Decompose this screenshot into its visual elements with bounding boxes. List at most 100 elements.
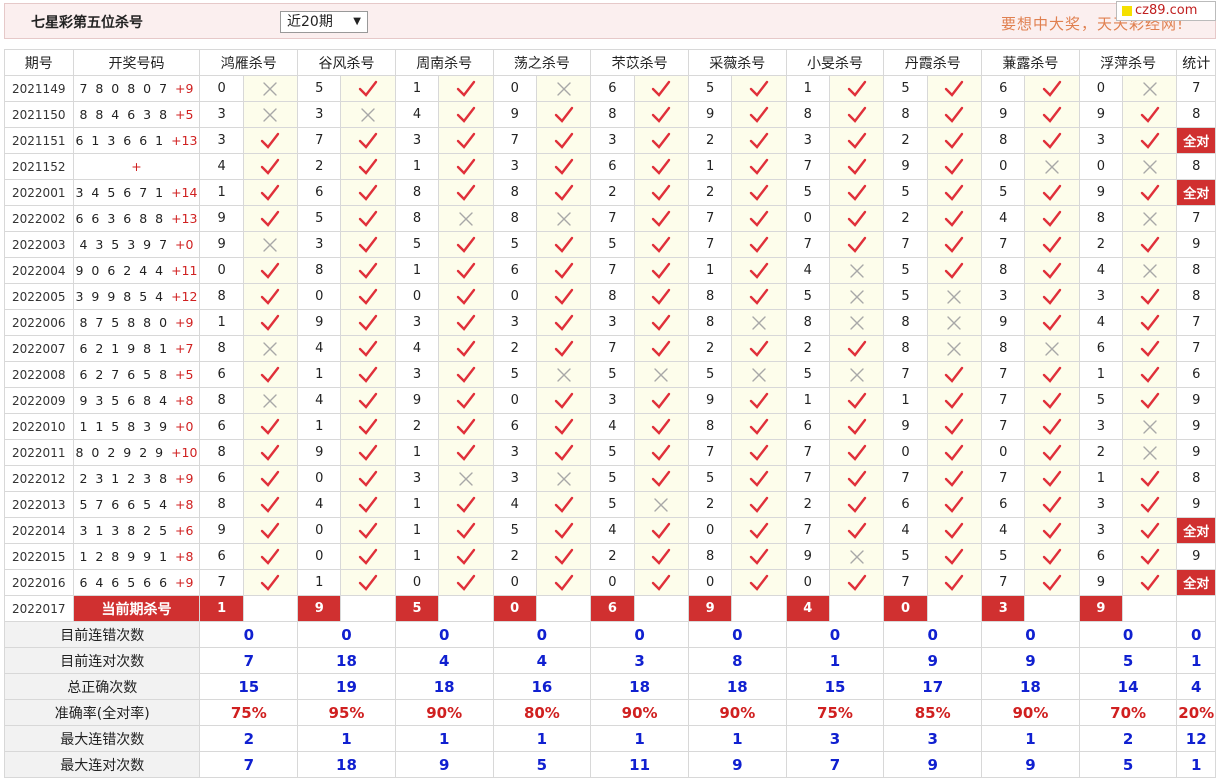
kill-number-cell: 1 — [687, 257, 733, 284]
site-logo[interactable]: cz89.com — [1116, 1, 1216, 21]
kill-number-cell: 9 — [1078, 101, 1124, 128]
check-icon — [652, 574, 671, 591]
result-mark-cell — [926, 309, 983, 336]
result-mark-cell — [633, 231, 689, 258]
result-mark-cell — [1024, 387, 1080, 414]
summary-value: 19 — [297, 673, 396, 700]
kill-number-cell: 9 — [199, 231, 244, 258]
result-mark-cell — [1122, 101, 1178, 128]
result-mark-cell — [926, 387, 983, 414]
result-mark-cell — [1122, 361, 1178, 388]
table-row: 2022002 6 6 3 6 8 8 +13 9 5 8 8 7 7 0 2 4 8 7 — [4, 205, 1216, 232]
kill-number-cell: 5 — [785, 179, 830, 206]
result-mark-cell — [926, 465, 983, 492]
period-cell: 2021150 — [4, 101, 74, 128]
summary-value: 1 — [394, 725, 494, 752]
result-mark-cell — [1024, 465, 1080, 492]
kill-number-cell: 0 — [1078, 75, 1124, 102]
kill-number-cell: 1 — [883, 387, 928, 414]
check-icon — [554, 574, 573, 591]
kill-number-cell: 4 — [297, 491, 342, 518]
period-cell: 2022005 — [4, 283, 74, 310]
current-empty-cell — [926, 595, 983, 622]
result-mark-cell — [633, 179, 689, 206]
kill-number-cell: 8 — [199, 439, 244, 466]
kill-number-cell: 8 — [394, 179, 440, 206]
result-mark-cell — [731, 283, 787, 310]
chevron-down-icon: ▼ — [353, 16, 361, 27]
kill-number-cell: 2 — [687, 335, 733, 362]
check-icon — [261, 496, 280, 513]
cross-icon — [849, 549, 864, 564]
check-icon — [554, 444, 573, 461]
period-cell: 2022016 — [4, 569, 74, 596]
result-mark-cell — [340, 75, 396, 102]
kill-number-cell: 7 — [785, 439, 830, 466]
summary-value: 0 — [1078, 621, 1178, 648]
stat-cell: 9 — [1176, 491, 1216, 518]
summary-value: 5 — [1078, 751, 1178, 778]
draw-digits: 6 6 3 6 8 8 — [75, 211, 166, 226]
kill-number-cell: 7 — [981, 569, 1026, 596]
current-kill-number: 1 — [199, 595, 244, 622]
kill-number-cell: 8 — [590, 283, 635, 310]
cross-icon — [1143, 159, 1157, 174]
kill-number-cell: 5 — [1078, 387, 1124, 414]
result-mark-cell — [926, 543, 983, 570]
check-icon — [1042, 288, 1062, 305]
kill-number-cell: 1 — [687, 153, 733, 180]
kill-number-cell: 7 — [785, 517, 830, 544]
kill-number-cell: 1 — [297, 569, 342, 596]
check-icon — [456, 158, 476, 175]
draw-digits: 8 0 2 9 2 9 — [75, 445, 166, 460]
check-icon — [652, 392, 671, 409]
summary-value: 3 — [883, 725, 983, 752]
result-mark-cell — [633, 465, 689, 492]
current-empty-cell — [438, 595, 494, 622]
check-icon — [945, 132, 964, 149]
summary-value: 1 — [492, 725, 592, 752]
stat-cell: 8 — [1176, 153, 1216, 180]
result-mark-cell — [828, 75, 885, 102]
table-row: 2022015 1 2 8 9 9 1 +8 6 0 1 2 2 8 9 5 5 6 9 — [4, 543, 1216, 570]
result-mark-cell — [1024, 257, 1080, 284]
result-mark-cell — [535, 257, 592, 284]
kill-number-cell: 8 — [687, 543, 733, 570]
result-mark-cell — [926, 283, 983, 310]
check-icon — [1042, 574, 1062, 591]
cross-icon — [849, 289, 864, 304]
kill-number-cell: 3 — [590, 387, 635, 414]
result-mark-cell — [1122, 335, 1178, 362]
check-icon — [945, 366, 964, 383]
period-cell: 2022009 — [4, 387, 74, 414]
kill-number-cell: 3 — [199, 101, 244, 128]
result-mark-cell — [1122, 439, 1178, 466]
kill-number-cell: 6 — [492, 257, 537, 284]
kill-number-cell: 2 — [297, 153, 342, 180]
stat-cell: 7 — [1176, 75, 1216, 102]
check-icon — [456, 574, 476, 591]
kill-number-cell: 8 — [883, 309, 928, 336]
kill-number-cell: 3 — [394, 127, 440, 154]
summary-label: 准确率(全对率) — [3, 699, 201, 726]
kill-number-cell: 5 — [785, 361, 830, 388]
stat-cell: 9 — [1176, 413, 1216, 440]
kill-number-cell: 1 — [394, 491, 440, 518]
period-range-select[interactable]: 近20期 ▼ — [280, 11, 368, 33]
logo-text: cz89.com — [1135, 3, 1198, 18]
result-mark-cell — [731, 465, 787, 492]
cross-icon — [1143, 419, 1157, 434]
result-mark-cell — [340, 179, 396, 206]
result-mark-cell — [828, 309, 885, 336]
check-icon — [945, 470, 964, 487]
check-icon — [261, 366, 280, 383]
kill-number-cell: 1 — [199, 309, 244, 336]
check-icon — [456, 184, 476, 201]
result-mark-cell — [828, 153, 885, 180]
result-mark-cell — [340, 465, 396, 492]
result-mark-cell — [438, 309, 494, 336]
current-kill-label: 当前期杀号 — [72, 595, 201, 622]
check-icon — [749, 496, 769, 513]
check-icon — [261, 132, 280, 149]
result-mark-cell — [828, 361, 885, 388]
